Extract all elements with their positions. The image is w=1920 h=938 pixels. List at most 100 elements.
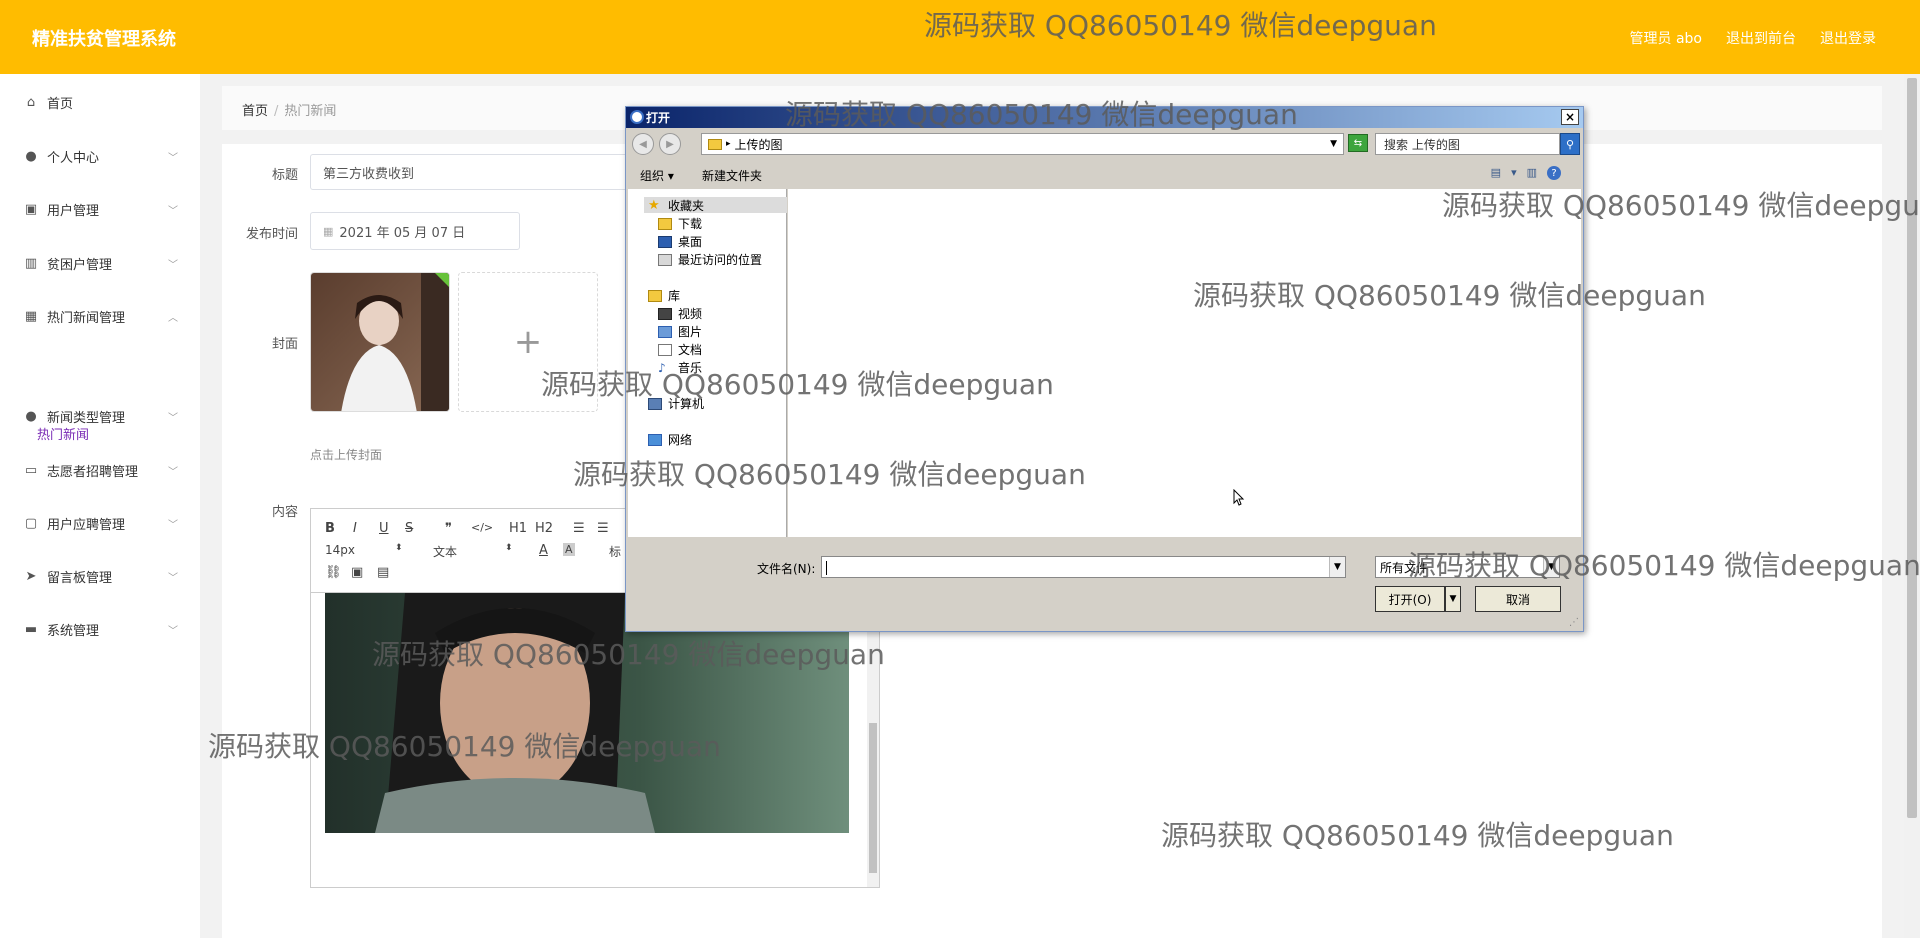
logout-link[interactable]: 退出登录 [1820, 28, 1876, 48]
preview-pane-icon[interactable]: ▥ [1527, 166, 1537, 180]
sidebar-item-profile[interactable]: ● 个人中心 ﹀ [0, 136, 200, 176]
h1-button[interactable]: H1 [509, 521, 527, 536]
title-label: 标题 [272, 168, 299, 183]
file-list[interactable] [788, 189, 1581, 537]
font-size-select[interactable]: 14px [325, 543, 355, 557]
computer-icon [648, 397, 662, 410]
ordered-list-icon[interactable]: ☰ [573, 521, 585, 536]
tree-label: 计算机 [668, 397, 705, 411]
tree-item-music[interactable]: ♪ 音乐 [658, 359, 702, 376]
tree-label: 文档 [678, 343, 703, 357]
tree-item-network[interactable]: 网络 [648, 431, 692, 448]
filename-input[interactable]: ▼ [821, 556, 1346, 578]
home-icon: ⌂ [26, 94, 36, 110]
filename-label: 文件名(N): [757, 562, 816, 576]
dialog-titlebar[interactable]: 打开 × [626, 107, 1583, 128]
tree-item-pictures[interactable]: 图片 [658, 323, 702, 340]
chevron-down-icon: ﹀ [168, 205, 178, 217]
sidebar-item-home[interactable]: ⌂ 首页 [0, 82, 200, 122]
tree-item-recent[interactable]: 最近访问的位置 [658, 251, 762, 268]
open-split-dropdown-icon[interactable]: ▼ [1445, 586, 1461, 612]
sidebar-item-volunteers[interactable]: ▭ 志愿者招聘管理 ﹀ [0, 450, 200, 490]
file-type-filter[interactable]: 所有文件 ▼ [1375, 556, 1560, 578]
library-icon [648, 289, 662, 302]
cover-thumbnail[interactable] [310, 272, 450, 412]
address-bar[interactable]: ▸ 上传的图 ▼ [701, 133, 1344, 155]
dialog-title: 打开 [646, 111, 671, 125]
tree-label: 桌面 [678, 235, 703, 249]
forward-button[interactable]: ▶ [659, 133, 681, 155]
font-color-button[interactable]: A [539, 543, 548, 558]
background-color-button[interactable]: A [563, 543, 575, 556]
tree-item-documents[interactable]: 文档 [658, 341, 702, 358]
link-icon[interactable]: ⛓ [325, 565, 342, 580]
bar-chart-icon: ▥ [24, 255, 38, 271]
editor-scrollbar[interactable] [867, 593, 879, 887]
filter-dropdown-icon[interactable]: ▼ [1543, 557, 1559, 577]
filename-dropdown-icon[interactable]: ▼ [1329, 557, 1345, 577]
underline-button[interactable]: U [379, 521, 389, 536]
tree-item-downloads[interactable]: 下载 [658, 215, 702, 232]
page-scrollbar[interactable] [1904, 74, 1920, 938]
sidebar-item-label: 新闻类型管理 [47, 410, 126, 426]
top-header: 精准扶贫管理系统 管理员 abo 退出到前台 退出登录 [0, 0, 1920, 74]
sidebar-item-news[interactable]: ▦ 热门新闻管理 ︿ [0, 296, 200, 336]
sidebar-item-news-types[interactable]: ● 新闻类型管理 ﹀ [0, 396, 200, 436]
search-input[interactable]: 搜索 上传的图 [1375, 133, 1560, 155]
quote-button[interactable]: ❞ [445, 521, 452, 536]
title-input-value: 第三方收费收到 [323, 166, 415, 182]
tree-item-videos[interactable]: 视频 [658, 305, 702, 322]
search-placeholder: 搜索 上传的图 [1384, 137, 1460, 152]
view-dropdown-icon[interactable]: ▾ [1511, 166, 1517, 180]
align-select[interactable]: 标 [609, 543, 621, 560]
tree-item-libraries[interactable]: 库 [648, 287, 680, 304]
sidebar-item-users[interactable]: ▣ 用户管理 ﹀ [0, 189, 200, 229]
tree-label: 下载 [678, 217, 703, 231]
download-folder-icon [658, 217, 672, 230]
breadcrumb-home[interactable]: 首页 [242, 104, 268, 119]
view-mode-icon[interactable]: ▤ [1491, 166, 1501, 180]
open-button[interactable]: 打开(O) [1375, 586, 1445, 612]
text-style-select[interactable]: 文本 [433, 543, 457, 560]
admin-label[interactable]: 管理员 abo [1630, 28, 1702, 48]
sidebar-item-messages[interactable]: ➤ 留言板管理 ﹀ [0, 556, 200, 596]
desktop-icon [658, 235, 672, 248]
tree-item-computer[interactable]: 计算机 [648, 395, 704, 412]
front-link[interactable]: 退出到前台 [1726, 28, 1796, 48]
tree-item-favorites[interactable]: ★ 收藏夹 [648, 197, 704, 214]
refresh-button[interactable]: ⇆ [1348, 134, 1368, 152]
chevron-down-icon: ﹀ [168, 466, 178, 478]
sidebar-item-poor-households[interactable]: ▥ 贫困户管理 ﹀ [0, 243, 200, 283]
search-icon[interactable]: ⚲ [1560, 133, 1580, 155]
sidebar-item-label: 用户应聘管理 [47, 517, 126, 533]
sidebar-item-label: 个人中心 [47, 150, 100, 166]
h2-button[interactable]: H2 [535, 521, 553, 536]
resize-grip-icon[interactable]: ⋰ [1569, 617, 1581, 629]
comment-icon: ▢ [24, 515, 38, 531]
help-icon[interactable]: ? [1547, 166, 1561, 180]
sidebar-item-label: 贫困户管理 [47, 257, 113, 273]
bold-button[interactable]: B [325, 521, 335, 536]
bullet-list-icon[interactable]: ☰ [597, 521, 609, 536]
organize-button[interactable]: 组织 ▾ [640, 167, 674, 184]
chevron-down-icon: ﹀ [168, 259, 178, 271]
sidebar-item-system[interactable]: ▬ 系统管理 ﹀ [0, 609, 200, 649]
sidebar-item-label: 系统管理 [47, 623, 100, 639]
italic-button[interactable]: I [353, 521, 357, 536]
date-picker[interactable]: ▦ 2021 年 05 月 07 日 [310, 212, 520, 250]
date-value: 2021 年 05 月 07 日 [339, 225, 466, 241]
new-folder-button[interactable]: 新建文件夹 [702, 167, 762, 184]
back-button[interactable]: ◀ [632, 133, 654, 155]
tree-item-desktop[interactable]: 桌面 [658, 233, 702, 250]
upload-cover-button[interactable]: + [458, 272, 598, 412]
strike-button[interactable]: S [405, 521, 413, 536]
image-icon[interactable]: ▣ [351, 565, 363, 580]
cancel-button[interactable]: 取消 [1475, 586, 1561, 612]
sidebar-item-applications[interactable]: ▢ 用户应聘管理 ﹀ [0, 503, 200, 543]
sidebar-item-label: 首页 [47, 96, 74, 112]
close-button[interactable]: × [1561, 109, 1579, 125]
video-icon[interactable]: ▤ [377, 565, 389, 580]
code-button[interactable]: </> [471, 521, 493, 534]
address-dropdown-icon[interactable]: ▼ [1330, 139, 1337, 149]
tree-label: 音乐 [678, 361, 703, 375]
